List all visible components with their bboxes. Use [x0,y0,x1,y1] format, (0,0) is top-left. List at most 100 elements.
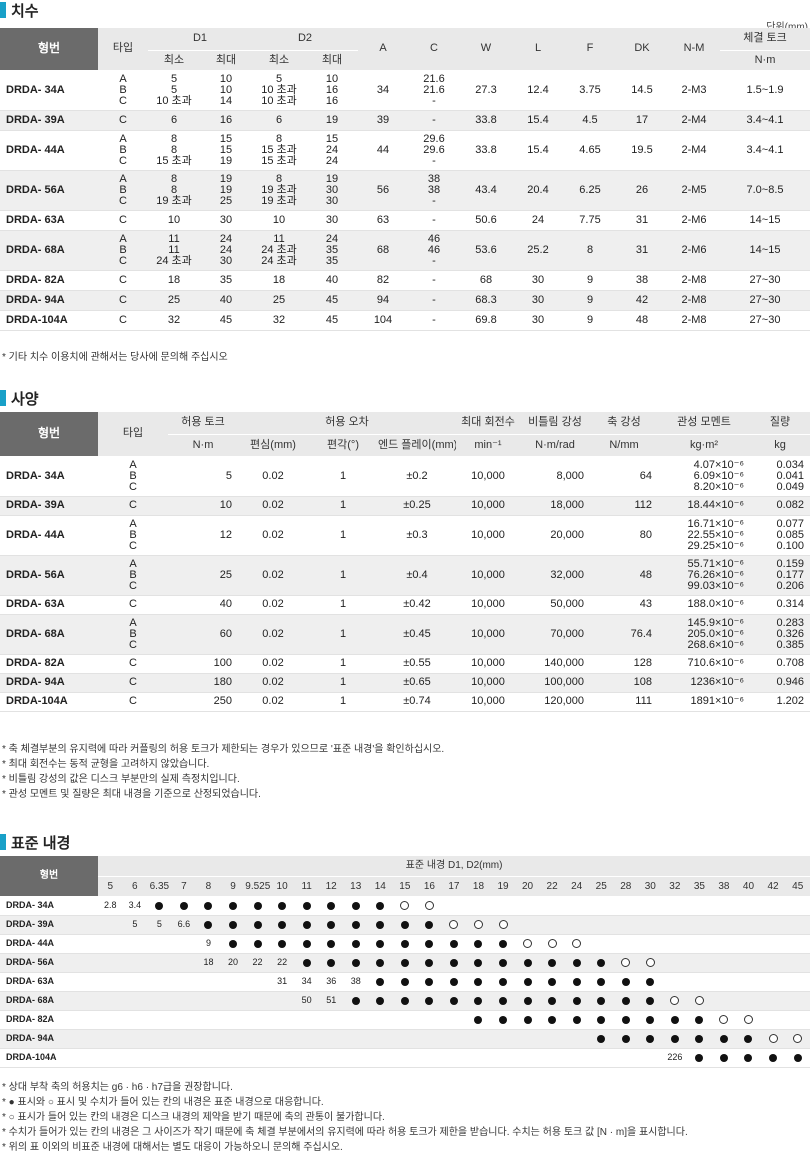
cell-line: 45 [325,293,339,306]
bore-cell [539,934,565,954]
cell-tors: 32,000 [520,555,590,596]
bore-cell [343,1010,369,1030]
cell-line: 35 [325,243,339,256]
cell-d2min: 10 [252,210,306,231]
cell-l: 30 [512,290,564,311]
bore-cell [392,915,418,935]
cell-d1max: 40 [200,290,252,311]
table-row: DRDA- 39A 5 5 6.6 [0,915,810,935]
cell-d1min: 8 8 19 초과 [148,170,200,211]
cell-line: C [119,154,127,167]
bore-cell [662,934,688,954]
cell-line: C [129,539,137,552]
bore-cell [269,1010,295,1030]
filled-circle-icon [302,901,311,910]
bore-cell: 31 [269,972,295,992]
table-row: DRDA- 82A C 100 0.02 1 ±0.55 10,000 140,000 128 7… [0,654,810,674]
bore-cell [539,915,565,935]
spec-section-title: 사양 [0,388,39,408]
col-d1-min: 최소 [148,49,200,71]
cell-line: C [119,213,127,226]
cell-line: 0.159 [776,557,804,570]
bore-cell [662,1029,688,1049]
cell-line: C [129,579,137,592]
model-cell: DRDA- 63A [0,210,98,231]
filled-circle-icon [744,1034,753,1043]
bore-cell [220,915,246,935]
filled-circle-icon [646,1015,655,1024]
bore-cell [417,915,442,935]
filled-circle-icon [376,958,385,967]
open-circle-icon [400,901,410,911]
cell-line: 1236×10⁻⁶ [690,676,744,688]
cell-d2min: 8 15 초과 15 초과 [252,130,306,171]
cell-c: 21.6 21.6- [408,70,460,111]
table-row: DRDA- 39A C 10 0.02 1 ±0.25 10,000 18,000 112 18.… [0,496,810,516]
bore-cell: 20 [220,953,246,973]
table-row: DRDA-104A C 32 45 32 45 104 - 69.8 30 9 48 2-M8 27~30 [0,310,810,331]
bore-size-header: 17 [441,875,467,897]
filled-circle-icon [351,939,360,948]
cell-line: 6 [275,113,283,126]
model-cell: DRDA- 94A [0,673,98,693]
bore-cell [785,953,810,973]
cell-line: 30 [325,183,339,196]
bore-cell [98,934,123,954]
cell-endplay: ±0.25 [378,496,456,516]
model-cell: DRDA-104A [0,692,98,712]
cell-line: 8 [170,183,178,196]
bore-cell [220,1010,246,1030]
table-row: DRDA- 68A 50 51 [0,991,810,1011]
bore-cell [564,972,589,992]
filled-circle-icon [376,901,385,910]
cell-line: 8 [275,132,283,145]
bore-cell [245,991,270,1011]
note-line: * 관성 모멘트 및 질량은 최대 내경을 기준으로 산정되었습니다. [2,789,261,800]
cell-line: 0.177 [776,568,804,581]
filled-circle-icon [597,958,606,967]
filled-circle-icon [548,958,557,967]
cell-inertia: 145.9×10⁻⁶ 205.0×10⁻⁶ 268.6×10⁻⁶ [658,614,750,655]
cell-line: C [129,695,137,707]
cell-endplay: ±0.55 [378,654,456,674]
filled-circle-icon [499,977,508,986]
cell-line: A [119,172,127,185]
cell-line: 46 [427,243,441,256]
filled-circle-icon [499,939,508,948]
bore-cell [490,934,516,954]
table-row: DRDA- 82A [0,1010,810,1030]
bore-cell [122,1048,148,1068]
bore-cell [687,934,712,954]
model-cell: DRDA- 68A [0,991,98,1011]
cell-tors: 120,000 [520,692,590,712]
bore-cell [588,991,614,1011]
cell-d1min: 18 [148,270,200,291]
filled-circle-icon [449,977,458,986]
cell-line: - [432,254,436,267]
filled-circle-icon [204,920,213,929]
cell-line: 19 초과 [261,183,297,196]
cell-torque: 27~30 [720,290,810,311]
bore-cell [196,1029,221,1049]
bore-cell [760,1048,786,1068]
cell-line: C [129,598,137,610]
cell-line: 16 [325,94,339,107]
note-line: * ○ 표시가 들어 있는 칸의 내경은 디스크 내경의 제약을 받기 때문에 … [2,1112,385,1123]
bore-cell [466,1029,491,1049]
bore-cell [441,934,467,954]
filled-circle-icon [499,1015,508,1024]
col-axial-unit: N/mm [590,433,658,457]
bore-cell [515,1029,540,1049]
cell-line: 15 초과 [156,154,192,167]
cell-torque: 10 [168,496,238,516]
bore-size-header: 12 [318,875,344,897]
bore-cell [466,896,491,916]
cell-ang: 1 [308,673,378,693]
cell-line: 19 [219,183,233,196]
bore-cell [343,991,369,1011]
cell-ecc: 0.02 [238,515,308,556]
bore-cell [147,1048,172,1068]
bore-cell [392,1029,418,1049]
filled-circle-icon [327,901,336,910]
filled-circle-icon [523,977,532,986]
